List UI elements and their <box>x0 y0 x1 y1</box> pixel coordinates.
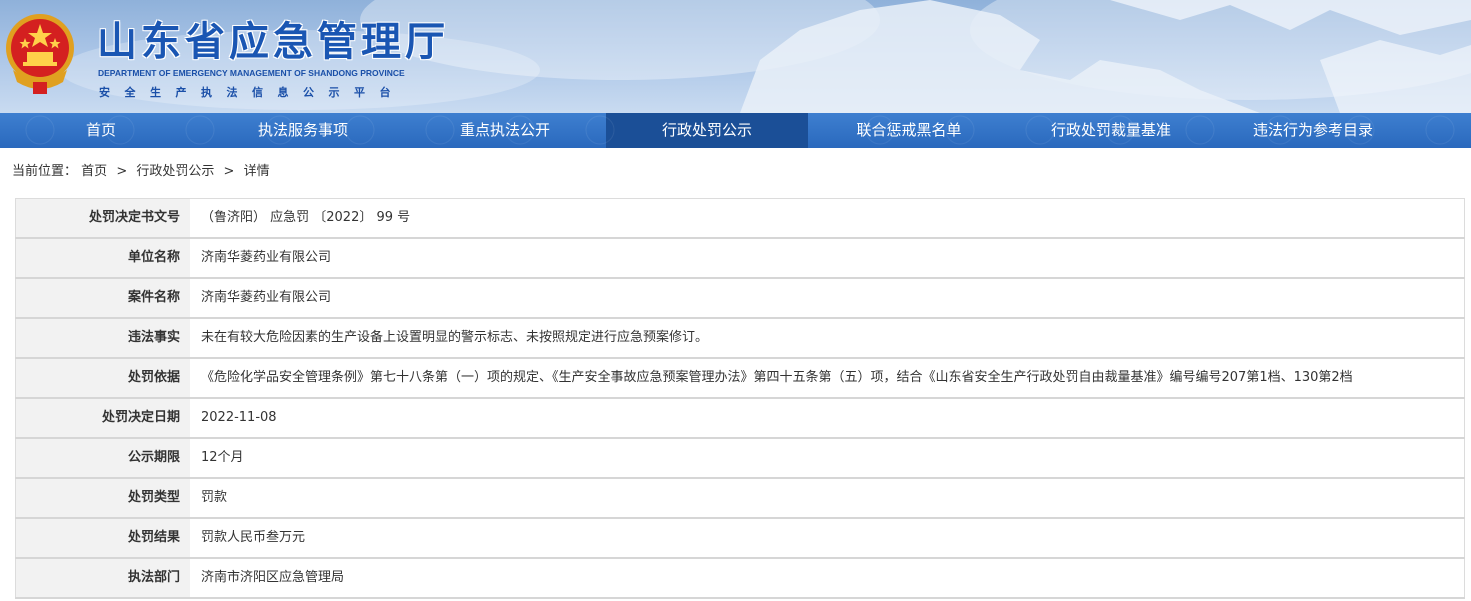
detail-label: 处罚结果 <box>15 519 190 557</box>
breadcrumb-prefix: 当前位置： <box>12 164 78 179</box>
detail-row-penalty-basis: 处罚依据 《危险化学品安全管理条例》第七十八条第（一）项的规定、《生产安全事故应… <box>15 359 1465 399</box>
detail-row-penalty-type: 处罚类型 罚款 <box>15 479 1465 519</box>
nav-item-administrative-penalty[interactable]: 行政处罚公示 <box>606 113 808 148</box>
detail-label: 公示期限 <box>15 439 190 477</box>
nav-item-joint-blacklist[interactable]: 联合惩戒黑名单 <box>808 113 1010 148</box>
detail-row-violation-facts: 违法事实 未在有较大危险因素的生产设备上设置明显的警示标志、未按照规定进行应急预… <box>15 319 1465 359</box>
breadcrumb: 当前位置： 首页 > 行政处罚公示 > 详情 <box>12 160 270 179</box>
detail-label: 单位名称 <box>15 239 190 277</box>
detail-row-decision-date: 处罚决定日期 2022-11-08 <box>15 399 1465 439</box>
breadcrumb-current: 详情 <box>243 164 270 179</box>
nav-item-enforcement-services[interactable]: 执法服务事项 <box>202 113 404 148</box>
detail-row-decision-number: 处罚决定书文号 （鲁济阳） 应急罚 〔2022〕 99 号 <box>15 199 1465 239</box>
detail-value: （鲁济阳） 应急罚 〔2022〕 99 号 <box>190 199 1465 237</box>
detail-value: 济南华菱药业有限公司 <box>190 239 1465 277</box>
detail-label: 处罚决定日期 <box>15 399 190 437</box>
detail-value: 《危险化学品安全管理条例》第七十八条第（一）项的规定、《生产安全事故应急预案管理… <box>190 359 1465 397</box>
detail-value: 济南市济阳区应急管理局 <box>190 559 1465 597</box>
nav-item-penalty-discretion[interactable]: 行政处罚裁量基准 <box>1010 113 1212 148</box>
breadcrumb-separator: > <box>116 164 128 179</box>
detail-label: 处罚类型 <box>15 479 190 517</box>
detail-label: 执法部门 <box>15 559 190 597</box>
detail-label: 处罚依据 <box>15 359 190 397</box>
detail-row-company-name: 单位名称 济南华菱药业有限公司 <box>15 239 1465 279</box>
detail-row-penalty-result: 处罚结果 罚款人民币叁万元 <box>15 519 1465 559</box>
breadcrumb-separator: > <box>223 164 235 179</box>
breadcrumb-link-administrative-penalty[interactable]: 行政处罚公示 <box>136 164 214 179</box>
nav-item-home[interactable]: 首页 <box>0 113 202 148</box>
detail-label: 违法事实 <box>15 319 190 357</box>
breadcrumb-link-home[interactable]: 首页 <box>81 164 107 179</box>
main-nav: 首页 执法服务事项 重点执法公开 行政处罚公示 联合惩戒黑名单 行政处罚裁量基准… <box>0 113 1471 148</box>
detail-value: 济南华菱药业有限公司 <box>190 279 1465 317</box>
detail-row-enforcement-department: 执法部门 济南市济阳区应急管理局 <box>15 559 1465 599</box>
detail-row-case-name: 案件名称 济南华菱药业有限公司 <box>15 279 1465 319</box>
detail-value: 未在有较大危险因素的生产设备上设置明显的警示标志、未按照规定进行应急预案修订。 <box>190 319 1465 357</box>
site-subtitle-english: DEPARTMENT OF EMERGENCY MANAGEMENT OF SH… <box>98 68 405 78</box>
site-subtitle-chinese: 安全生产执法信息公示平台 <box>99 86 405 99</box>
nav-item-violation-catalog[interactable]: 违法行为参考目录 <box>1212 113 1414 148</box>
nav-item-key-enforcement[interactable]: 重点执法公开 <box>404 113 606 148</box>
detail-value: 12个月 <box>190 439 1465 477</box>
detail-value: 罚款人民币叁万元 <box>190 519 1465 557</box>
detail-value: 2022-11-08 <box>190 399 1465 437</box>
detail-label: 处罚决定书文号 <box>15 199 190 237</box>
detail-row-publicity-period: 公示期限 12个月 <box>15 439 1465 479</box>
site-title: 山东省应急管理厅 <box>97 19 449 65</box>
penalty-detail-table: 处罚决定书文号 （鲁济阳） 应急罚 〔2022〕 99 号 单位名称 济南华菱药… <box>15 198 1465 599</box>
detail-value: 罚款 <box>190 479 1465 517</box>
site-header: 山东省应急管理厅 DEPARTMENT OF EMERGENCY MANAGEM… <box>0 0 1471 113</box>
detail-label: 案件名称 <box>15 279 190 317</box>
national-emblem-icon <box>6 14 74 94</box>
